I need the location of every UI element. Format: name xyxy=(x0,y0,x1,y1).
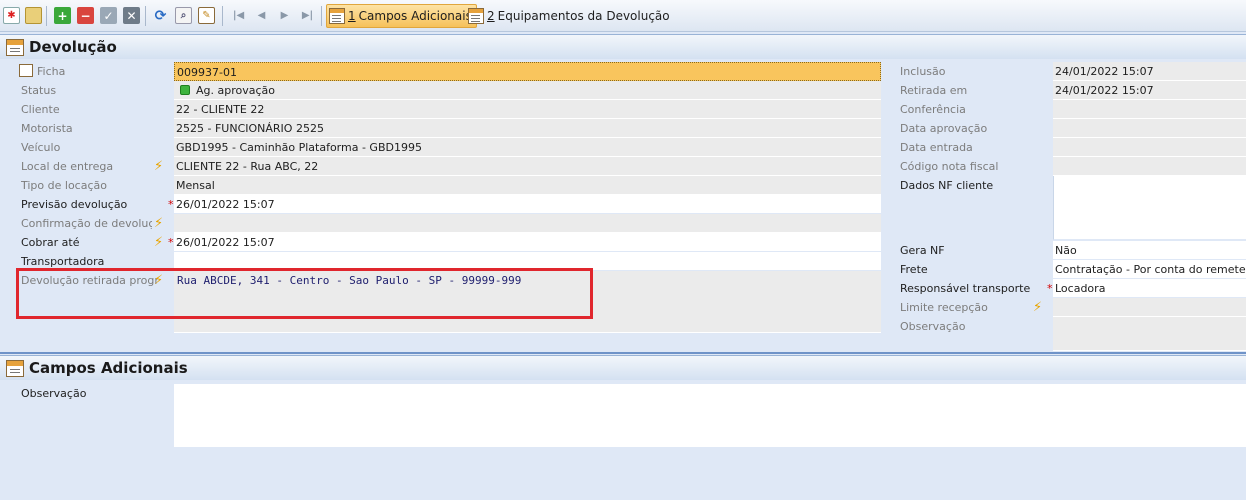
edit-icon[interactable]: ✎ xyxy=(198,7,215,24)
required-marker: * xyxy=(1047,282,1053,295)
field-label: Tipo de locação xyxy=(21,179,107,192)
observacao-field[interactable] xyxy=(1053,317,1246,351)
data-aprovacao-field[interactable] xyxy=(1053,119,1246,138)
field-label: Previsão devolução xyxy=(21,198,128,211)
edit-icon xyxy=(19,64,33,77)
observacao-adicional-field[interactable] xyxy=(174,384,1246,448)
field-label: Cliente xyxy=(21,103,60,116)
field-label: Veículo xyxy=(21,141,61,154)
lock-icon[interactable] xyxy=(25,7,42,24)
frete-field[interactable]: Contratação - Por conta do remetente (CI… xyxy=(1053,260,1246,279)
lightning-icon: ⚡ xyxy=(154,159,164,174)
toolbar-separator xyxy=(321,6,322,26)
highlight-box xyxy=(16,268,593,319)
field-label: Retirada em xyxy=(900,84,968,97)
remove-icon[interactable]: − xyxy=(77,7,94,24)
field-label: Responsável transporte xyxy=(900,282,1031,295)
toolbar-separator xyxy=(222,6,223,26)
lightning-icon: ⚡ xyxy=(1033,300,1043,315)
required-marker: * xyxy=(168,236,174,249)
tipo-de-locacao-field[interactable]: Mensal xyxy=(174,176,881,195)
previsao-devolucao-field[interactable]: 26/01/2022 15:07 xyxy=(174,195,881,214)
status-field[interactable]: Ag. aprovação xyxy=(174,81,881,100)
campos-adicionais-section-header[interactable]: Campos Adicionais xyxy=(0,355,1246,380)
field-label: Dados NF cliente xyxy=(900,179,994,192)
tab-label: Campos Adicionais xyxy=(358,9,472,23)
tab-number: 2 xyxy=(487,9,495,23)
lightning-icon: ⚡ xyxy=(154,216,164,231)
field-label: Data aprovação xyxy=(900,122,988,135)
tab-label: Equipamentos da Devolução xyxy=(497,9,670,23)
field-label: Gera NF xyxy=(900,244,945,257)
codigo-nota-fiscal-field[interactable] xyxy=(1053,157,1246,176)
status-dot-icon xyxy=(180,85,190,95)
field-label: Motorista xyxy=(21,122,73,135)
retirada-em-field[interactable]: 24/01/2022 15:07 xyxy=(1053,81,1246,100)
local-de-entrega-field[interactable]: CLIENTE 22 - Rua ABC, 22 xyxy=(174,157,881,176)
tab-number: 1 xyxy=(348,9,356,23)
tab-campos-adicionais[interactable]: 1 Campos Adicionais xyxy=(326,4,477,28)
field-label: Código nota fiscal xyxy=(900,160,999,173)
toolbar-separator xyxy=(46,6,47,26)
field-label: Limite recepção xyxy=(900,301,988,314)
field-label: Observação xyxy=(21,387,87,400)
required-marker: * xyxy=(168,198,174,211)
field-label: Data entrada xyxy=(900,141,973,154)
field-label: Cobrar até xyxy=(21,236,80,249)
field-label: Observação xyxy=(900,320,966,333)
field-label: Confirmação de devolução xyxy=(21,217,152,230)
field-label: Local de entrega xyxy=(21,160,114,173)
gera-nf-field[interactable]: Não xyxy=(1053,241,1246,260)
refresh-icon[interactable]: ⟳ xyxy=(152,7,169,24)
ficha-field[interactable]: 009937-01 xyxy=(174,62,881,81)
form-icon xyxy=(468,8,484,24)
form-icon xyxy=(6,38,24,56)
data-entrada-field[interactable] xyxy=(1053,138,1246,157)
field-label: Conferência xyxy=(900,103,966,116)
field-label: Inclusão xyxy=(900,65,946,78)
confirmacao-de-devolucao-field[interactable] xyxy=(174,214,881,233)
form-icon xyxy=(329,8,345,24)
cancel-icon[interactable]: ✕ xyxy=(123,7,140,24)
devolucao-section-header[interactable]: Devolução xyxy=(0,34,1246,59)
motorista-field[interactable]: 2525 - FUNCIONÁRIO 2525 xyxy=(174,119,881,138)
toolbar-separator xyxy=(145,6,146,26)
responsavel-transporte-field[interactable]: Locadora xyxy=(1053,279,1246,298)
toolbar: ✱ + − ✓ ✕ ⟳ ⌕ ✎ |◀ ◀ ▶ ▶| 1 Campos Adici… xyxy=(0,0,1246,32)
cliente-field[interactable]: 22 - CLIENTE 22 xyxy=(174,100,881,119)
field-label: Frete xyxy=(900,263,928,276)
form-icon xyxy=(6,359,24,377)
field-label: Ficha xyxy=(37,65,66,78)
preview-icon[interactable]: ⌕ xyxy=(175,7,192,24)
conferencia-field[interactable] xyxy=(1053,100,1246,119)
section-divider xyxy=(0,352,1246,354)
section-title: Campos Adicionais xyxy=(29,359,188,377)
status-value: Ag. aprovação xyxy=(196,84,276,97)
last-icon[interactable]: ▶| xyxy=(299,7,316,24)
inclusao-field[interactable]: 24/01/2022 15:07 xyxy=(1053,62,1246,81)
next-icon[interactable]: ▶ xyxy=(276,7,293,24)
tab-equipamentos-da-devolucao[interactable]: 2 Equipamentos da Devolução xyxy=(466,4,674,28)
section-title: Devolução xyxy=(29,38,117,56)
lightning-icon: ⚡ xyxy=(154,235,164,250)
add-icon[interactable]: + xyxy=(54,7,71,24)
prev-icon[interactable]: ◀ xyxy=(253,7,270,24)
veiculo-field[interactable]: GBD1995 - Caminhão Plataforma - GBD1995 xyxy=(174,138,881,157)
field-label: Status xyxy=(21,84,57,97)
dados-nf-cliente-field[interactable] xyxy=(1053,176,1246,240)
limite-recepcao-field[interactable] xyxy=(1053,298,1246,317)
first-icon[interactable]: |◀ xyxy=(230,7,247,24)
confirm-icon[interactable]: ✓ xyxy=(100,7,117,24)
new-record-icon[interactable]: ✱ xyxy=(3,7,20,24)
cobrar-ate-field[interactable]: 26/01/2022 15:07 xyxy=(174,233,881,252)
